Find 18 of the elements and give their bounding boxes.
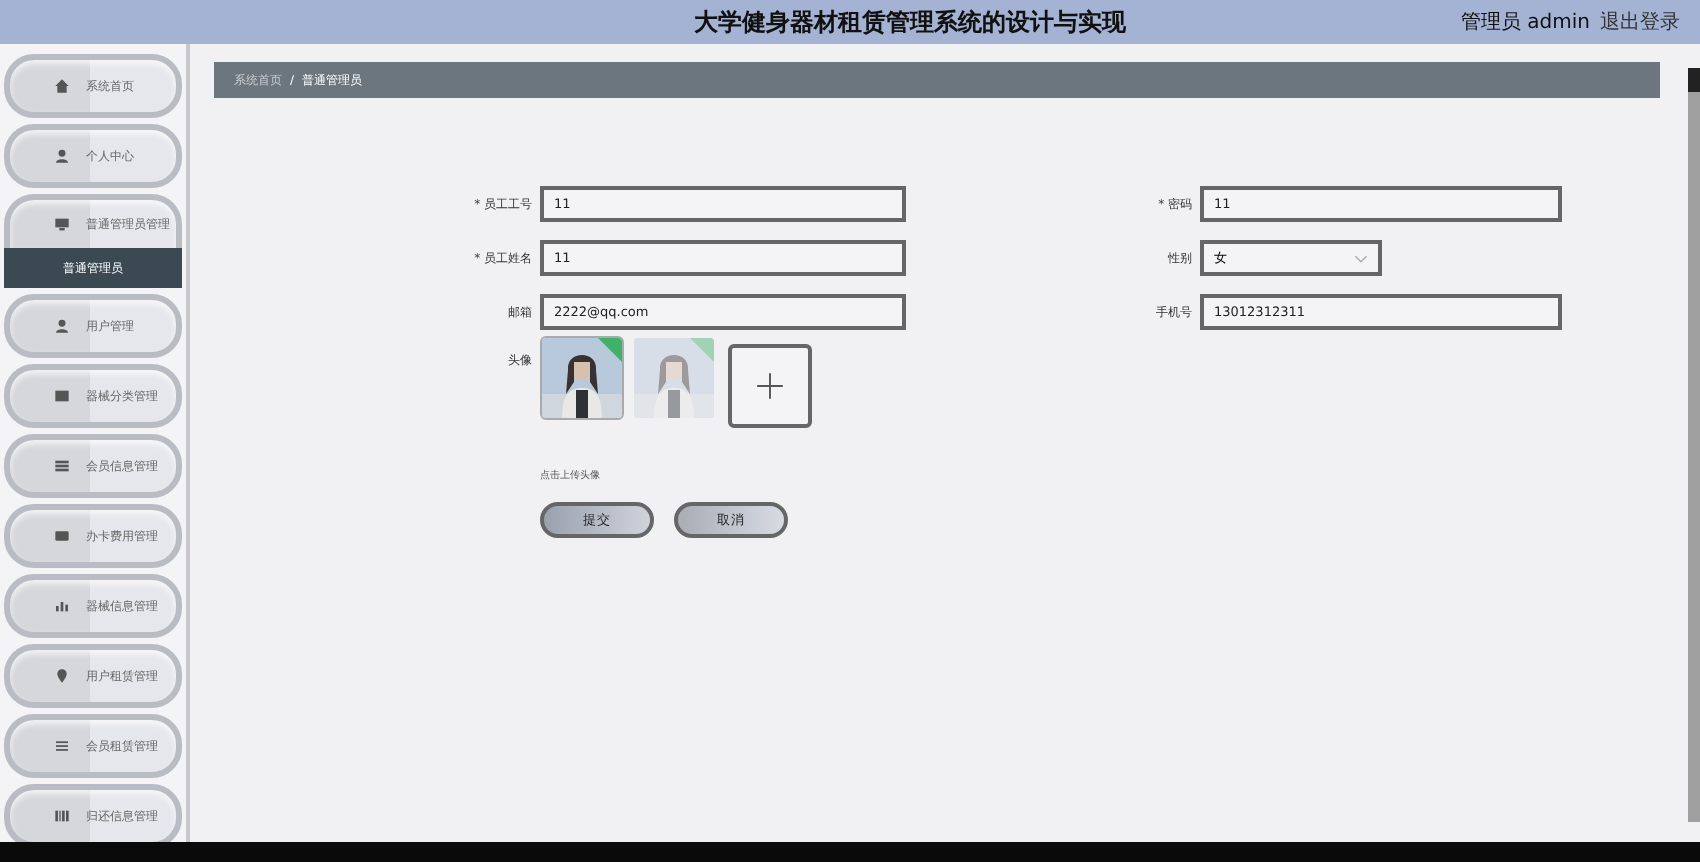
user-label: 管理员 admin bbox=[1460, 10, 1590, 36]
menu-icon bbox=[54, 738, 70, 754]
upload-button[interactable] bbox=[728, 344, 812, 428]
user-icon bbox=[54, 318, 70, 334]
page-title: 大学健身器材租赁管理系统的设计与实现 bbox=[694, 5, 1126, 39]
image-icon bbox=[54, 388, 70, 404]
user-icon bbox=[54, 148, 70, 164]
chevron-down-icon bbox=[1354, 253, 1368, 263]
list-icon bbox=[54, 458, 70, 474]
pin-icon bbox=[54, 668, 70, 684]
logout-link[interactable]: 退出登录 bbox=[1600, 8, 1680, 36]
bar-chart-icon bbox=[54, 598, 70, 614]
monitor-icon bbox=[54, 216, 70, 232]
home-icon bbox=[54, 78, 70, 94]
card-icon bbox=[54, 528, 70, 544]
plus-icon bbox=[754, 370, 786, 402]
scrollbar[interactable] bbox=[1688, 68, 1700, 822]
barcode-icon bbox=[54, 808, 70, 824]
